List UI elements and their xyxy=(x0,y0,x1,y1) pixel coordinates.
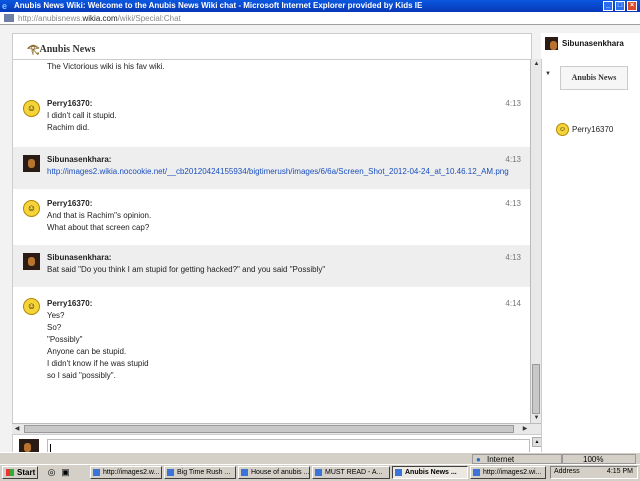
message-line: so I said "possibly". xyxy=(47,371,116,380)
chat-message: ☺ Perry16370: 4:13 I didn't call it stup… xyxy=(13,96,531,144)
message-line: Bat said "Do you think I am stupid for g… xyxy=(47,265,326,274)
chat-header: 𓂀Anubis News xyxy=(12,33,532,60)
message-link[interactable]: http://images2.wikia.nocookie.net/__cb20… xyxy=(47,167,509,176)
message-line: The Victorious wiki is his fav wiki. xyxy=(47,62,165,71)
message-time: 4:13 xyxy=(505,199,521,208)
message-line: I didn't call it stupid. xyxy=(47,111,117,120)
address-toolbar-label[interactable]: Address xyxy=(554,468,580,475)
message-author[interactable]: Perry16370: xyxy=(47,199,92,208)
avatar[interactable] xyxy=(23,155,40,172)
scroll-thumb[interactable] xyxy=(24,425,514,433)
message-line: And that is Rachim"s opinion. xyxy=(47,211,152,220)
system-tray: Address 4:15 PM xyxy=(550,466,638,479)
chat-message: ☺ Perry16370: 4:13 And that is Rachim"s … xyxy=(13,190,531,238)
window-titlebar: e Anubis News Wiki: Welcome to the Anubi… xyxy=(0,0,640,12)
page-icon xyxy=(4,14,14,22)
security-zone: Internet xyxy=(472,454,562,464)
maximize-button[interactable]: □ xyxy=(615,1,625,11)
chat-message: The Victorious wiki is his fav wiki. xyxy=(13,60,531,78)
user-name: Perry16370 xyxy=(572,125,614,134)
taskbar-button[interactable]: Big Time Rush ... xyxy=(164,466,236,479)
message-author[interactable]: Sibunasenkhara: xyxy=(47,155,111,164)
start-button[interactable]: Start xyxy=(2,466,38,479)
wiki-logo[interactable]: 𓂀Anubis News xyxy=(27,40,95,56)
message-time: 4:13 xyxy=(505,253,521,262)
taskbar-button[interactable]: House of anubis ... xyxy=(238,466,310,479)
taskbar-button[interactable]: http://images2.w... xyxy=(90,466,162,479)
clock[interactable]: 4:15 PM xyxy=(607,468,633,475)
internet-explorer-icon: e xyxy=(2,1,8,11)
avatar-smiley-icon[interactable]: ☺ xyxy=(23,100,40,117)
message-time: 4:13 xyxy=(505,99,521,108)
message-line: So? xyxy=(47,323,62,332)
zoom-level[interactable]: 100% xyxy=(562,454,636,464)
message-time: 4:13 xyxy=(505,155,521,164)
chat-message: Sibunasenkhara: 4:13 http://images2.wiki… xyxy=(13,147,531,189)
collapse-triangle-icon[interactable]: ▼ xyxy=(545,71,551,77)
message-line: Rachim did. xyxy=(47,123,90,132)
message-line: Anyone can be stupid. xyxy=(47,347,127,356)
avatar-smiley-icon[interactable]: ☺ xyxy=(23,200,40,217)
chat-log: The Victorious wiki is his fav wiki. ☺ P… xyxy=(12,59,532,424)
quick-launch-desktop-icon[interactable]: ▣ xyxy=(60,467,71,478)
user-list-sidebar: ▼ Anubis News ☺ Perry16370 xyxy=(541,59,640,464)
close-button[interactable]: × xyxy=(627,1,637,11)
address-url[interactable]: http://anubisnews.wikia.com/wiki/Special… xyxy=(18,14,181,23)
current-user-name[interactable]: Sibunasenkhara xyxy=(562,39,624,48)
scroll-thumb[interactable] xyxy=(532,364,540,414)
avatar-smiley-icon: ☺ xyxy=(556,123,569,136)
quick-launch-ie-icon[interactable]: ◎ xyxy=(46,467,57,478)
chat-message: ☺ Perry16370: 4:14 Yes? So? "Possibly" A… xyxy=(13,290,531,400)
page-content: 𓂀Anubis News The Victorious wiki is his … xyxy=(0,25,640,466)
window-title: Anubis News Wiki: Welcome to the Anubis … xyxy=(14,1,423,10)
chat-message: Sibunasenkhara: 4:13 Bat said "Do you th… xyxy=(13,245,531,287)
message-author[interactable]: Perry16370: xyxy=(47,99,92,108)
message-time: 4:14 xyxy=(505,299,521,308)
message-author[interactable]: Perry16370: xyxy=(47,299,92,308)
current-user-avatar[interactable] xyxy=(545,37,558,50)
current-user-panel: Sibunasenkhara xyxy=(541,33,640,59)
avatar[interactable] xyxy=(23,253,40,270)
message-line: Yes? xyxy=(47,311,65,320)
minimize-button[interactable]: _ xyxy=(603,1,613,11)
taskbar-button[interactable]: MUST READ - A... xyxy=(312,466,390,479)
message-author[interactable]: Sibunasenkhara: xyxy=(47,253,111,262)
message-line: "Possibly" xyxy=(47,335,83,344)
address-bar[interactable]: http://anubisnews.wikia.com/wiki/Special… xyxy=(0,12,640,25)
windows-taskbar: Start ◎ ▣ http://images2.w... Big Time R… xyxy=(0,464,640,481)
message-line: I didn't know if he was stupid xyxy=(47,359,149,368)
chat-room-header[interactable]: Anubis News xyxy=(560,66,628,90)
taskbar-button-active[interactable]: Anubis News ... xyxy=(392,466,468,479)
message-line: What about that screen cap? xyxy=(47,223,150,232)
avatar-smiley-icon[interactable]: ☺ xyxy=(23,298,40,315)
taskbar-button[interactable]: http://images2.wi... xyxy=(470,466,546,479)
